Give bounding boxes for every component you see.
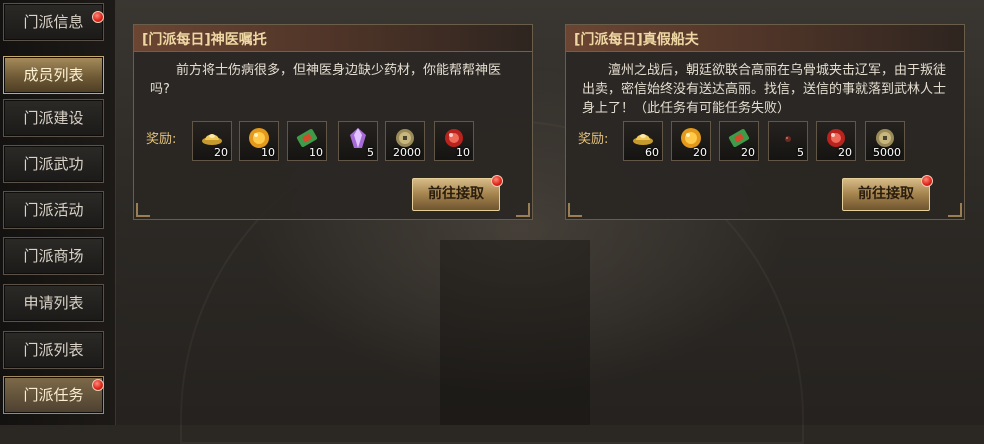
sidebar-item-label: 门派武功 xyxy=(23,155,84,173)
notification-dot-icon xyxy=(92,11,104,23)
accept-task-button-label: 前往接取 xyxy=(858,186,914,202)
sidebar-item-sect-construction[interactable]: 门派建设 xyxy=(3,99,104,137)
reward-slot-scroll-ticket[interactable]: 10 xyxy=(287,121,327,161)
accept-task-button[interactable]: 前往接取 xyxy=(842,175,933,211)
reward-slot-scroll-ticket[interactable]: 20 xyxy=(719,121,759,161)
reward-quantity: 5 xyxy=(367,146,374,159)
reward-slot-gold-orb[interactable]: 20 xyxy=(671,121,711,161)
reward-quantity: 10 xyxy=(261,146,275,159)
reward-label: 奖励: xyxy=(578,132,609,147)
sidebar-item-sect-martial-arts[interactable]: 门派武功 xyxy=(3,145,104,183)
panel-corner-ornament xyxy=(948,203,962,217)
notification-dot-icon xyxy=(921,175,933,187)
sidebar-item-label: 申请列表 xyxy=(23,294,84,312)
sidebar-item-sect-list[interactable]: 门派列表 xyxy=(3,331,104,369)
sidebar-item-sect-tasks[interactable]: 门派任务 xyxy=(3,376,104,414)
accept-task-button[interactable]: 前往接取 xyxy=(412,175,503,211)
reward-quantity: 20 xyxy=(214,146,228,159)
notification-dot-icon xyxy=(491,175,503,187)
panel-header: [门派每日]神医嘱托 xyxy=(134,25,532,52)
background-door xyxy=(440,240,590,425)
sidebar-item-sect-shop[interactable]: 门派商场 xyxy=(3,237,104,275)
sidebar-item-label: 门派建设 xyxy=(23,109,84,127)
task-description: 前方将士伤病很多，但神医身边缺少药材，你能帮帮神医吗? xyxy=(150,63,502,97)
reward-quantity: 60 xyxy=(645,146,659,159)
sidebar-item-label: 门派列表 xyxy=(23,341,84,359)
task-panel-true-false-boatman: [门派每日]真假船夫 澶州之战后，朝廷欲联合高丽在乌骨城夹击辽军，由于叛徒出卖，… xyxy=(565,24,965,220)
reward-quantity: 20 xyxy=(693,146,707,159)
reward-slot-coin[interactable]: 5000 xyxy=(865,121,905,161)
sidebar-item-label: 成员列表 xyxy=(23,66,84,84)
reward-quantity: 10 xyxy=(456,146,470,159)
sidebar-item-label: 门派信息 xyxy=(23,13,84,31)
reward-slot-purple-crystal[interactable]: 5 xyxy=(338,121,378,161)
reward-slot-dark-bead[interactable]: 5 xyxy=(768,121,808,161)
sidebar-item-label: 门派商场 xyxy=(23,247,84,265)
task-title: [门派每日]真假船夫 xyxy=(574,32,699,48)
reward-quantity: 2000 xyxy=(393,146,421,159)
panel-corner-ornament xyxy=(568,203,582,217)
task-description: 澶州之战后，朝廷欲联合高丽在乌骨城夹击辽军，由于叛徒出卖，密信始终没有送达高丽。… xyxy=(582,63,947,116)
reward-slot-gold-ingot[interactable]: 60 xyxy=(623,121,663,161)
reward-quantity: 5 xyxy=(797,146,804,159)
reward-slot-gold-ingot[interactable]: 20 xyxy=(192,121,232,161)
reward-slot-red-gem[interactable]: 20 xyxy=(816,121,856,161)
accept-task-button-label: 前往接取 xyxy=(428,186,484,202)
reward-quantity: 20 xyxy=(741,146,755,159)
task-title: [门派每日]神医嘱托 xyxy=(142,32,267,48)
reward-label: 奖励: xyxy=(146,132,177,147)
reward-quantity: 10 xyxy=(309,146,323,159)
reward-quantity: 20 xyxy=(838,146,852,159)
reward-slot-gold-orb[interactable]: 10 xyxy=(239,121,279,161)
reward-slot-red-gem[interactable]: 10 xyxy=(434,121,474,161)
panel-corner-ornament xyxy=(516,203,530,217)
sidebar-item-label: 门派任务 xyxy=(23,386,84,404)
reward-quantity: 5000 xyxy=(873,146,901,159)
sidebar: 门派信息 成员列表 门派建设 门派武功 门派活动 门派商场 申请列表 门派列表 … xyxy=(0,0,116,425)
sidebar-item-sect-info[interactable]: 门派信息 xyxy=(3,3,104,41)
sidebar-item-label: 门派活动 xyxy=(23,201,84,219)
panel-header: [门派每日]真假船夫 xyxy=(566,25,964,52)
reward-slot-coin[interactable]: 2000 xyxy=(385,121,425,161)
sidebar-item-application-list[interactable]: 申请列表 xyxy=(3,284,104,322)
sidebar-item-sect-activities[interactable]: 门派活动 xyxy=(3,191,104,229)
panel-corner-ornament xyxy=(136,203,150,217)
sidebar-item-member-list[interactable]: 成员列表 xyxy=(3,56,104,94)
notification-dot-icon xyxy=(92,379,104,391)
task-panel-divine-doctor: [门派每日]神医嘱托 前方将士伤病很多，但神医身边缺少药材，你能帮帮神医吗? 奖… xyxy=(133,24,533,220)
